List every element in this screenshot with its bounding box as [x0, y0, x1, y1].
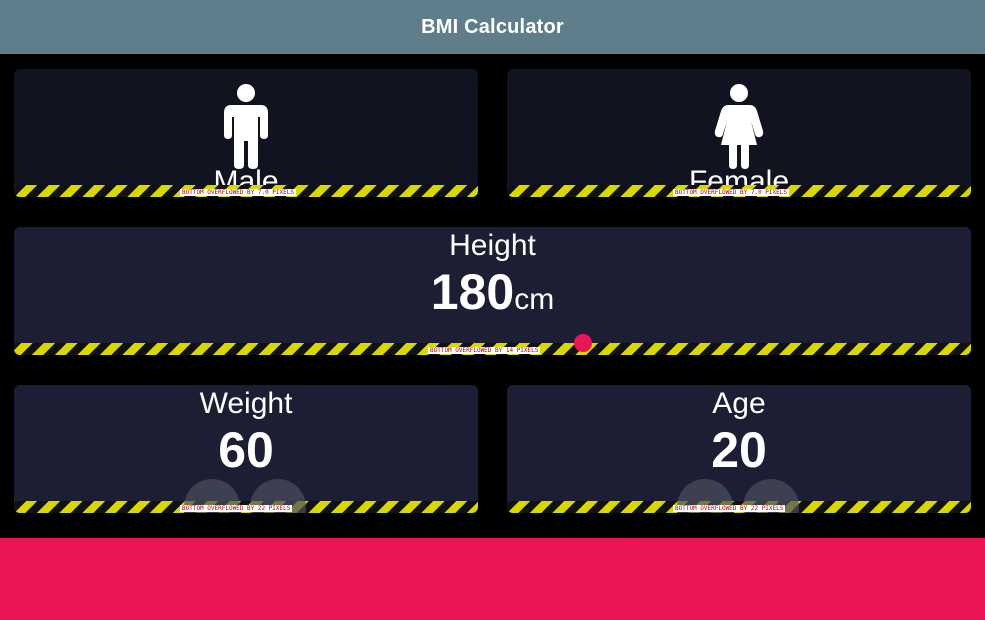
male-card[interactable]: Male BOTTOM OVERFLOWED BY 7.0 PIXELS	[14, 69, 478, 197]
female-card[interactable]: Female BOTTOM OVERFLOWED BY 7.0 PIXELS	[507, 69, 971, 197]
overflow-warning: BOTTOM OVERFLOWED BY 22 PIXELS	[180, 505, 293, 512]
weight-value: 60	[218, 422, 274, 478]
height-unit: cm	[514, 283, 555, 316]
height-label: Height	[449, 229, 536, 262]
male-figure-icon	[224, 84, 268, 169]
height-card: Height 180cm BOTTOM OVERFLOWED BY 14 PIX…	[14, 227, 971, 355]
overflow-warning: BOTTOM OVERFLOWED BY 7.0 PIXELS	[180, 189, 296, 196]
overflow-warning: BOTTOM OVERFLOWED BY 7.0 PIXELS	[673, 189, 789, 196]
height-value-row: 180cm	[14, 263, 971, 321]
height-slider-thumb[interactable]	[574, 334, 592, 352]
overflow-warning: BOTTOM OVERFLOWED BY 14 PIXELS	[428, 347, 541, 354]
overflow-warning: BOTTOM OVERFLOWED BY 22 PIXELS	[673, 505, 786, 512]
weight-label: Weight	[199, 387, 293, 420]
app-title: BMI Calculator	[421, 15, 564, 38]
age-card: Age 20 BOTTOM OVERFLOWED BY 22 PIXELS	[507, 385, 971, 513]
age-value: 20	[711, 422, 767, 478]
weight-card: Weight 60 BOTTOM OVERFLOWED BY 22 PIXELS	[14, 385, 478, 513]
age-label: Age	[712, 387, 766, 420]
height-value: 180	[430, 264, 515, 320]
calculate-bar[interactable]	[0, 538, 985, 620]
app-bar: BMI Calculator	[0, 0, 985, 54]
female-figure-icon	[714, 84, 764, 169]
